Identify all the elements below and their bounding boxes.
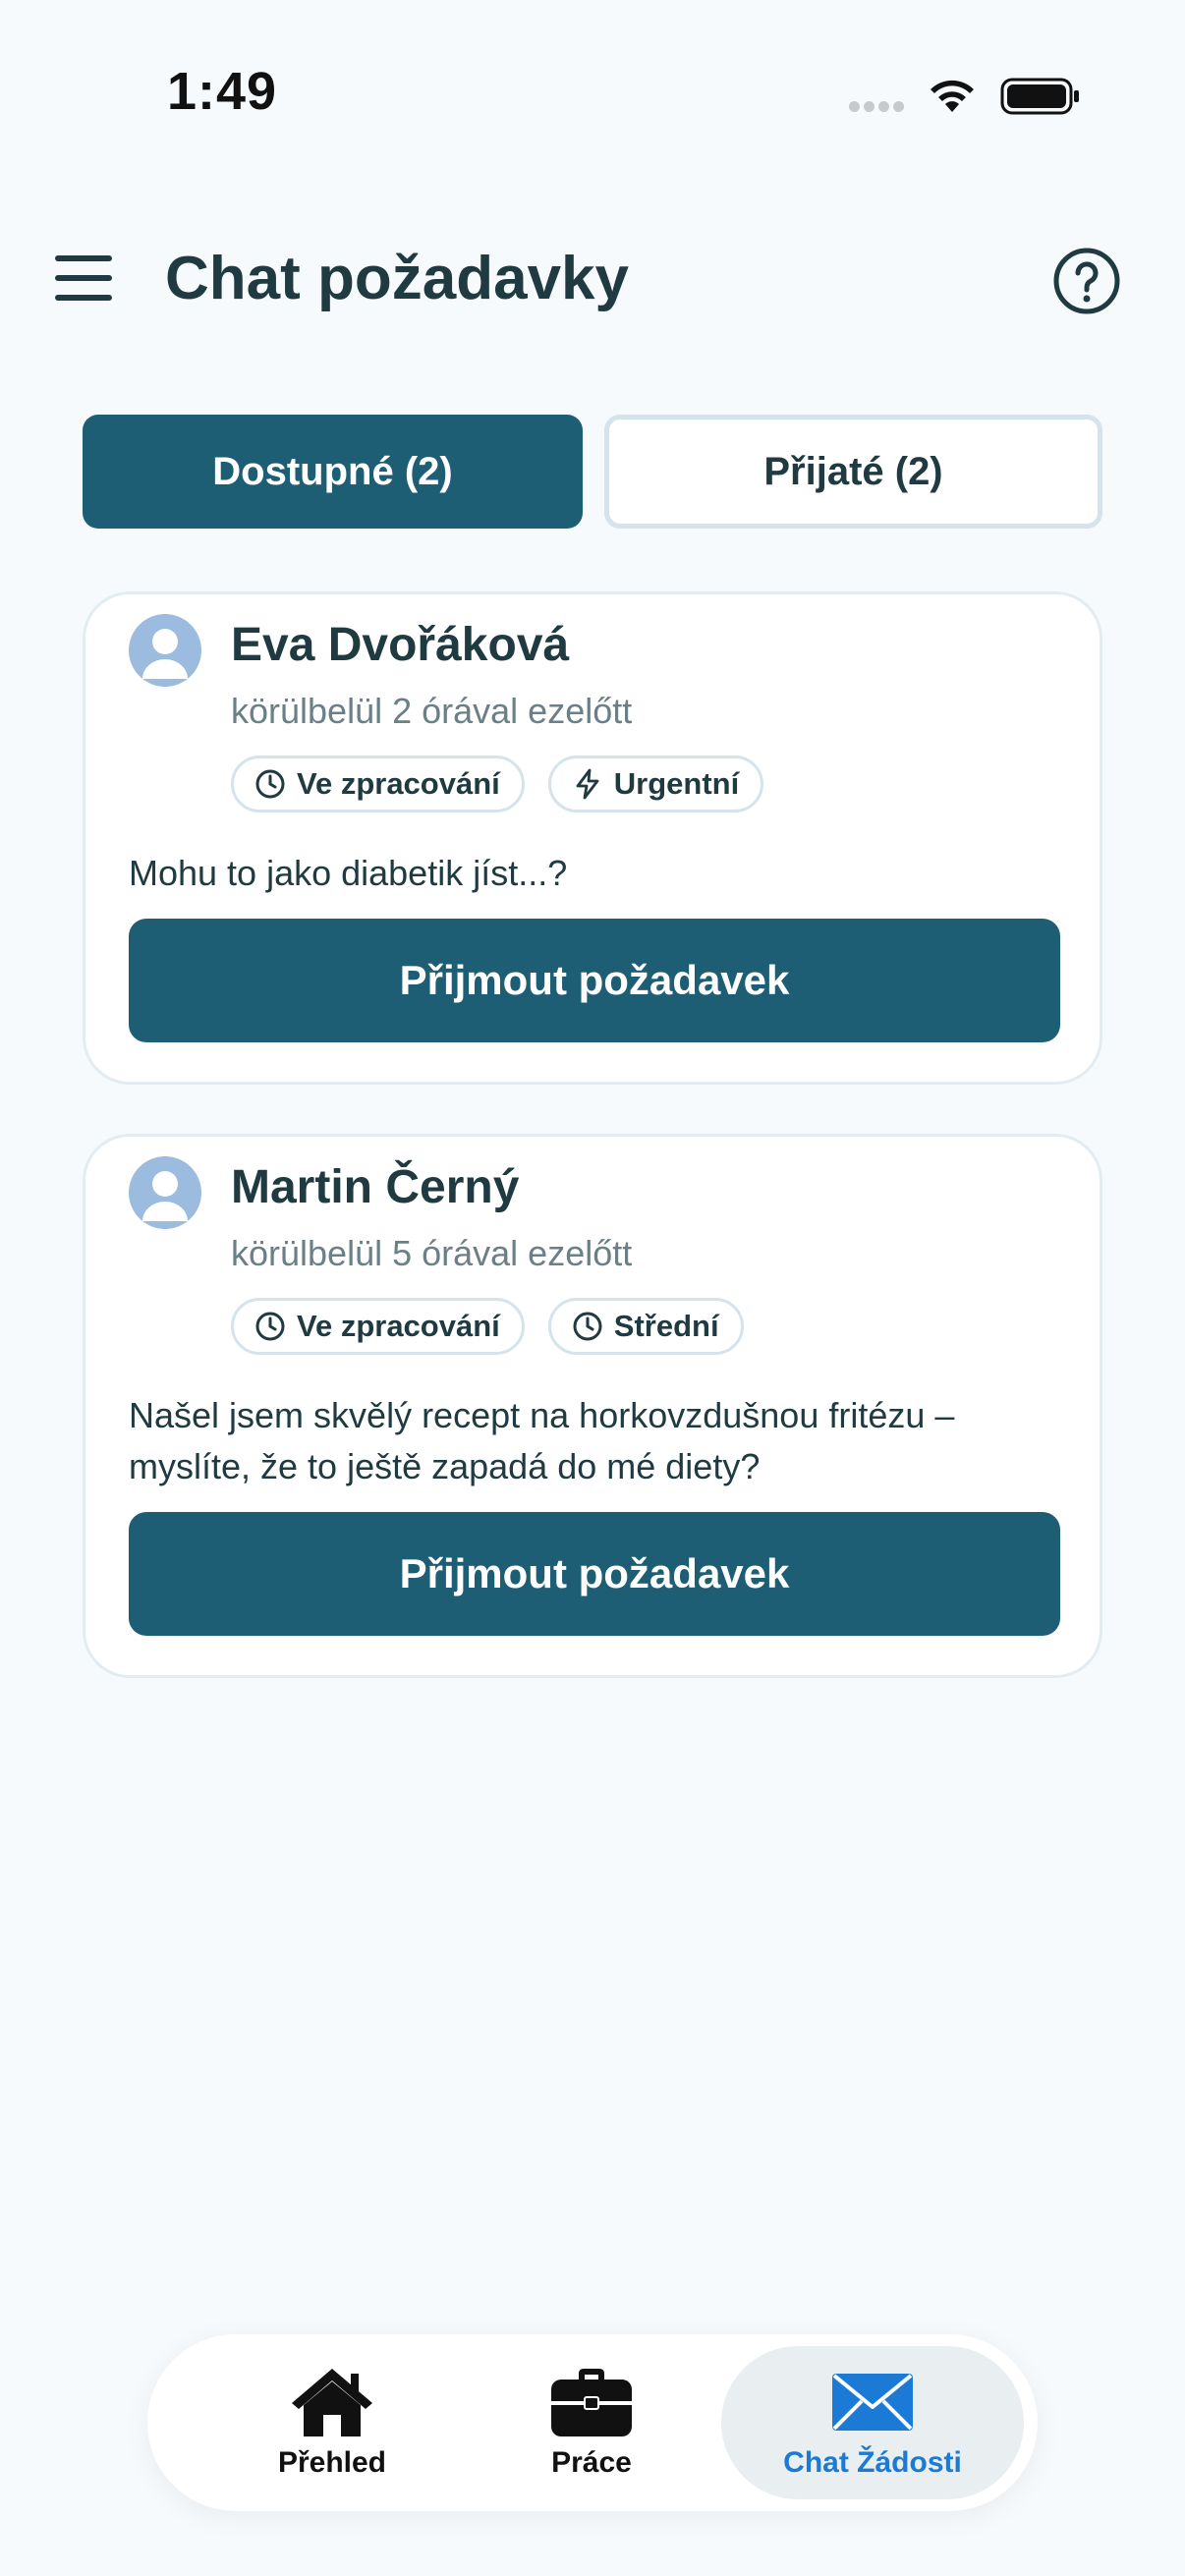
requester-name: Eva Dvořáková	[231, 619, 570, 671]
header: Chat požadavky	[0, 226, 1185, 334]
tab-accepted[interactable]: Přijaté (2)	[604, 415, 1102, 529]
battery-icon	[1000, 78, 1079, 115]
help-icon[interactable]	[1051, 246, 1122, 316]
avatar	[129, 614, 201, 687]
clock-icon	[255, 1312, 285, 1341]
accept-request-button[interactable]: Přijmout požadavek	[129, 919, 1060, 1042]
badge-row: Ve zpracování Urgentní	[231, 756, 764, 812]
priority-badge-label: Střední	[613, 1309, 719, 1343]
screen: 1:49 Chat požadavky Dostupné (2) Přijaté…	[0, 0, 1185, 2576]
bottom-nav: Přehled Práce Chat Žádosti	[147, 2334, 1038, 2511]
priority-badge: Střední	[547, 1298, 744, 1355]
page-title: Chat požadavky	[165, 245, 630, 312]
badge-row: Ve zpracování Střední	[231, 1298, 744, 1355]
accept-request-button[interactable]: Přijmout požadavek	[129, 1512, 1060, 1636]
request-message: Našel jsem skvělý recept na horkovzdušno…	[129, 1395, 955, 1486]
tab-available[interactable]: Dostupné (2)	[83, 415, 583, 529]
nav-label: Přehled	[277, 2446, 387, 2479]
menu-icon[interactable]	[55, 253, 112, 303]
requester-name: Martin Černý	[231, 1161, 520, 1213]
wifi-icon	[931, 80, 974, 112]
status-badge: Ve zpracování	[231, 756, 525, 812]
status-badge-label: Ve zpracování	[297, 1309, 500, 1343]
nav-item-work[interactable]: Práce	[440, 2346, 743, 2499]
priority-badge: Urgentní	[547, 756, 764, 812]
avatar	[129, 1156, 201, 1229]
status-badge-label: Ve zpracování	[297, 766, 500, 801]
briefcase-icon	[551, 2369, 632, 2436]
lightning-icon	[576, 768, 599, 800]
nav-item-chat-requests[interactable]: Chat Žádosti	[721, 2346, 1024, 2499]
request-card: Martin Černý körülbelül 5 órával ezelőtt…	[83, 1134, 1102, 1678]
request-time: körülbelül 2 órával ezelőtt	[231, 691, 633, 731]
home-icon	[292, 2369, 372, 2436]
cellular-signal-icon	[849, 101, 904, 112]
clock-icon	[573, 1312, 602, 1341]
nav-item-overview[interactable]: Přehled	[181, 2346, 483, 2499]
mail-icon	[832, 2374, 913, 2431]
request-time: körülbelül 5 órával ezelőtt	[231, 1233, 633, 1273]
priority-badge-label: Urgentní	[613, 766, 740, 801]
status-bar: 1:49	[0, 0, 1185, 147]
nav-label: Práce	[551, 2446, 632, 2479]
status-time: 1:49	[167, 62, 278, 121]
status-badge: Ve zpracování	[231, 1298, 525, 1355]
nav-label: Chat Žádosti	[783, 2446, 962, 2479]
request-message: Mohu to jako diabetik jíst...?	[129, 853, 568, 893]
request-tabs: Dostupné (2) Přijaté (2)	[83, 415, 1102, 529]
request-card: Eva Dvořáková körülbelül 2 órával ezelőt…	[83, 591, 1102, 1085]
clock-icon	[255, 769, 285, 799]
